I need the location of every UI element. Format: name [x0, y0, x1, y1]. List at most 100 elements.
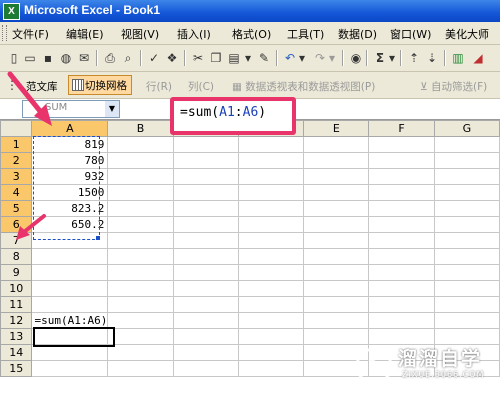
chart-wizard-icon[interactable]: ▥	[450, 50, 466, 66]
cell-f8[interactable]	[368, 248, 435, 265]
cell-e9[interactable]	[303, 264, 370, 281]
cell-d9[interactable]	[237, 264, 305, 281]
cell-d15[interactable]	[237, 360, 305, 377]
cell-f5[interactable]	[368, 200, 435, 217]
column-header-b[interactable]: B	[107, 120, 174, 137]
cell-d1[interactable]	[237, 136, 305, 153]
hyperlink-icon[interactable]: ◉	[348, 50, 364, 66]
cell-b4[interactable]	[107, 184, 174, 201]
cell-g4[interactable]	[433, 184, 500, 201]
cell-b9[interactable]	[107, 264, 174, 281]
cell-f2[interactable]	[368, 152, 435, 169]
cell-c14[interactable]	[172, 344, 239, 361]
cell-g1[interactable]	[433, 136, 500, 153]
paste-icon[interactable]: ▤	[226, 50, 242, 66]
cell-f7[interactable]	[368, 232, 435, 249]
cell-b15[interactable]	[107, 360, 174, 377]
menu-tools[interactable]: 工具(T)	[287, 26, 324, 42]
row-header-9[interactable]: 9	[0, 264, 33, 281]
cell-c12[interactable]	[172, 312, 239, 329]
cell-f9[interactable]	[368, 264, 435, 281]
cell-c10[interactable]	[172, 280, 239, 297]
row-header-14[interactable]: 14	[0, 344, 33, 361]
cell-b5[interactable]	[107, 200, 174, 217]
cell-g9[interactable]	[433, 264, 500, 281]
menu-edit[interactable]: 编辑(E)	[66, 26, 104, 42]
sort-descending-icon[interactable]: ⇣	[424, 50, 440, 66]
cell-c11[interactable]	[172, 296, 239, 313]
cell-d12[interactable]	[237, 312, 305, 329]
cell-e10[interactable]	[303, 280, 370, 297]
cell-e3[interactable]	[303, 168, 370, 185]
research-icon[interactable]: ❖	[164, 50, 180, 66]
cell-g8[interactable]	[433, 248, 500, 265]
cell-b7[interactable]	[107, 232, 174, 249]
column-header-g[interactable]: G	[433, 120, 500, 137]
cell-d3[interactable]	[237, 168, 305, 185]
insert-row-button[interactable]: 行(R)	[146, 79, 172, 94]
cell-f10[interactable]	[368, 280, 435, 297]
cell-g2[interactable]	[433, 152, 500, 169]
email-icon[interactable]: ✉	[76, 50, 92, 66]
menu-data[interactable]: 数据(D)	[338, 26, 377, 42]
cell-g5[interactable]	[433, 200, 500, 217]
cell-f4[interactable]	[368, 184, 435, 201]
column-header-f[interactable]: F	[368, 120, 435, 137]
menu-format[interactable]: 格式(O)	[232, 26, 271, 42]
cell-a11[interactable]	[31, 296, 109, 313]
cell-c15[interactable]	[172, 360, 239, 377]
menu-view[interactable]: 视图(V)	[121, 26, 159, 42]
copy-icon[interactable]: ❐	[208, 50, 224, 66]
cell-e7[interactable]	[303, 232, 370, 249]
cell-d6[interactable]	[237, 216, 305, 233]
menu-window[interactable]: 窗口(W)	[390, 26, 431, 42]
cell-c6[interactable]	[172, 216, 239, 233]
cell-f6[interactable]	[368, 216, 435, 233]
row-header-15[interactable]: 15	[0, 360, 33, 377]
cell-g12[interactable]	[433, 312, 500, 329]
cell-e6[interactable]	[303, 216, 370, 233]
print-preview-icon[interactable]: ⌕	[120, 50, 136, 66]
cell-c8[interactable]	[172, 248, 239, 265]
cell-e8[interactable]	[303, 248, 370, 265]
cell-c9[interactable]	[172, 264, 239, 281]
cell-c4[interactable]	[172, 184, 239, 201]
cell-e11[interactable]	[303, 296, 370, 313]
autosum-dropdown-icon[interactable]: ▾	[388, 50, 396, 66]
spelling-icon[interactable]: ✓	[146, 50, 162, 66]
cell-d8[interactable]	[237, 248, 305, 265]
cell-b11[interactable]	[107, 296, 174, 313]
toolbar-grip[interactable]	[2, 25, 7, 41]
cell-f1[interactable]	[368, 136, 435, 153]
drawing-icon[interactable]: ◢	[470, 50, 486, 66]
cell-d14[interactable]	[237, 344, 305, 361]
redo-icon[interactable]: ↷	[312, 50, 328, 66]
cell-e4[interactable]	[303, 184, 370, 201]
cell-f3[interactable]	[368, 168, 435, 185]
cell-g6[interactable]	[433, 216, 500, 233]
cell-c7[interactable]	[172, 232, 239, 249]
cell-f12[interactable]	[368, 312, 435, 329]
cell-b3[interactable]	[107, 168, 174, 185]
row-header-8[interactable]: 8	[0, 248, 33, 265]
cell-b13[interactable]	[107, 328, 174, 345]
cell-e2[interactable]	[303, 152, 370, 169]
cell-a9[interactable]	[31, 264, 109, 281]
cell-g11[interactable]	[433, 296, 500, 313]
insert-column-button[interactable]: 列(C)	[188, 79, 214, 94]
cell-d4[interactable]	[237, 184, 305, 201]
cell-c3[interactable]	[172, 168, 239, 185]
redo-dropdown-icon[interactable]: ▾	[328, 50, 336, 66]
cell-d5[interactable]	[237, 200, 305, 217]
row-header-12[interactable]: 12	[0, 312, 33, 329]
cell-a10[interactable]	[31, 280, 109, 297]
name-box-dropdown-icon[interactable]: ▼	[105, 101, 119, 117]
cell-b2[interactable]	[107, 152, 174, 169]
cell-e12[interactable]	[303, 312, 370, 329]
cell-b14[interactable]	[107, 344, 174, 361]
cell-d7[interactable]	[237, 232, 305, 249]
cell-d13[interactable]	[237, 328, 305, 345]
row-header-11[interactable]: 11	[0, 296, 33, 313]
cell-b10[interactable]	[107, 280, 174, 297]
cell-a8[interactable]	[31, 248, 109, 265]
